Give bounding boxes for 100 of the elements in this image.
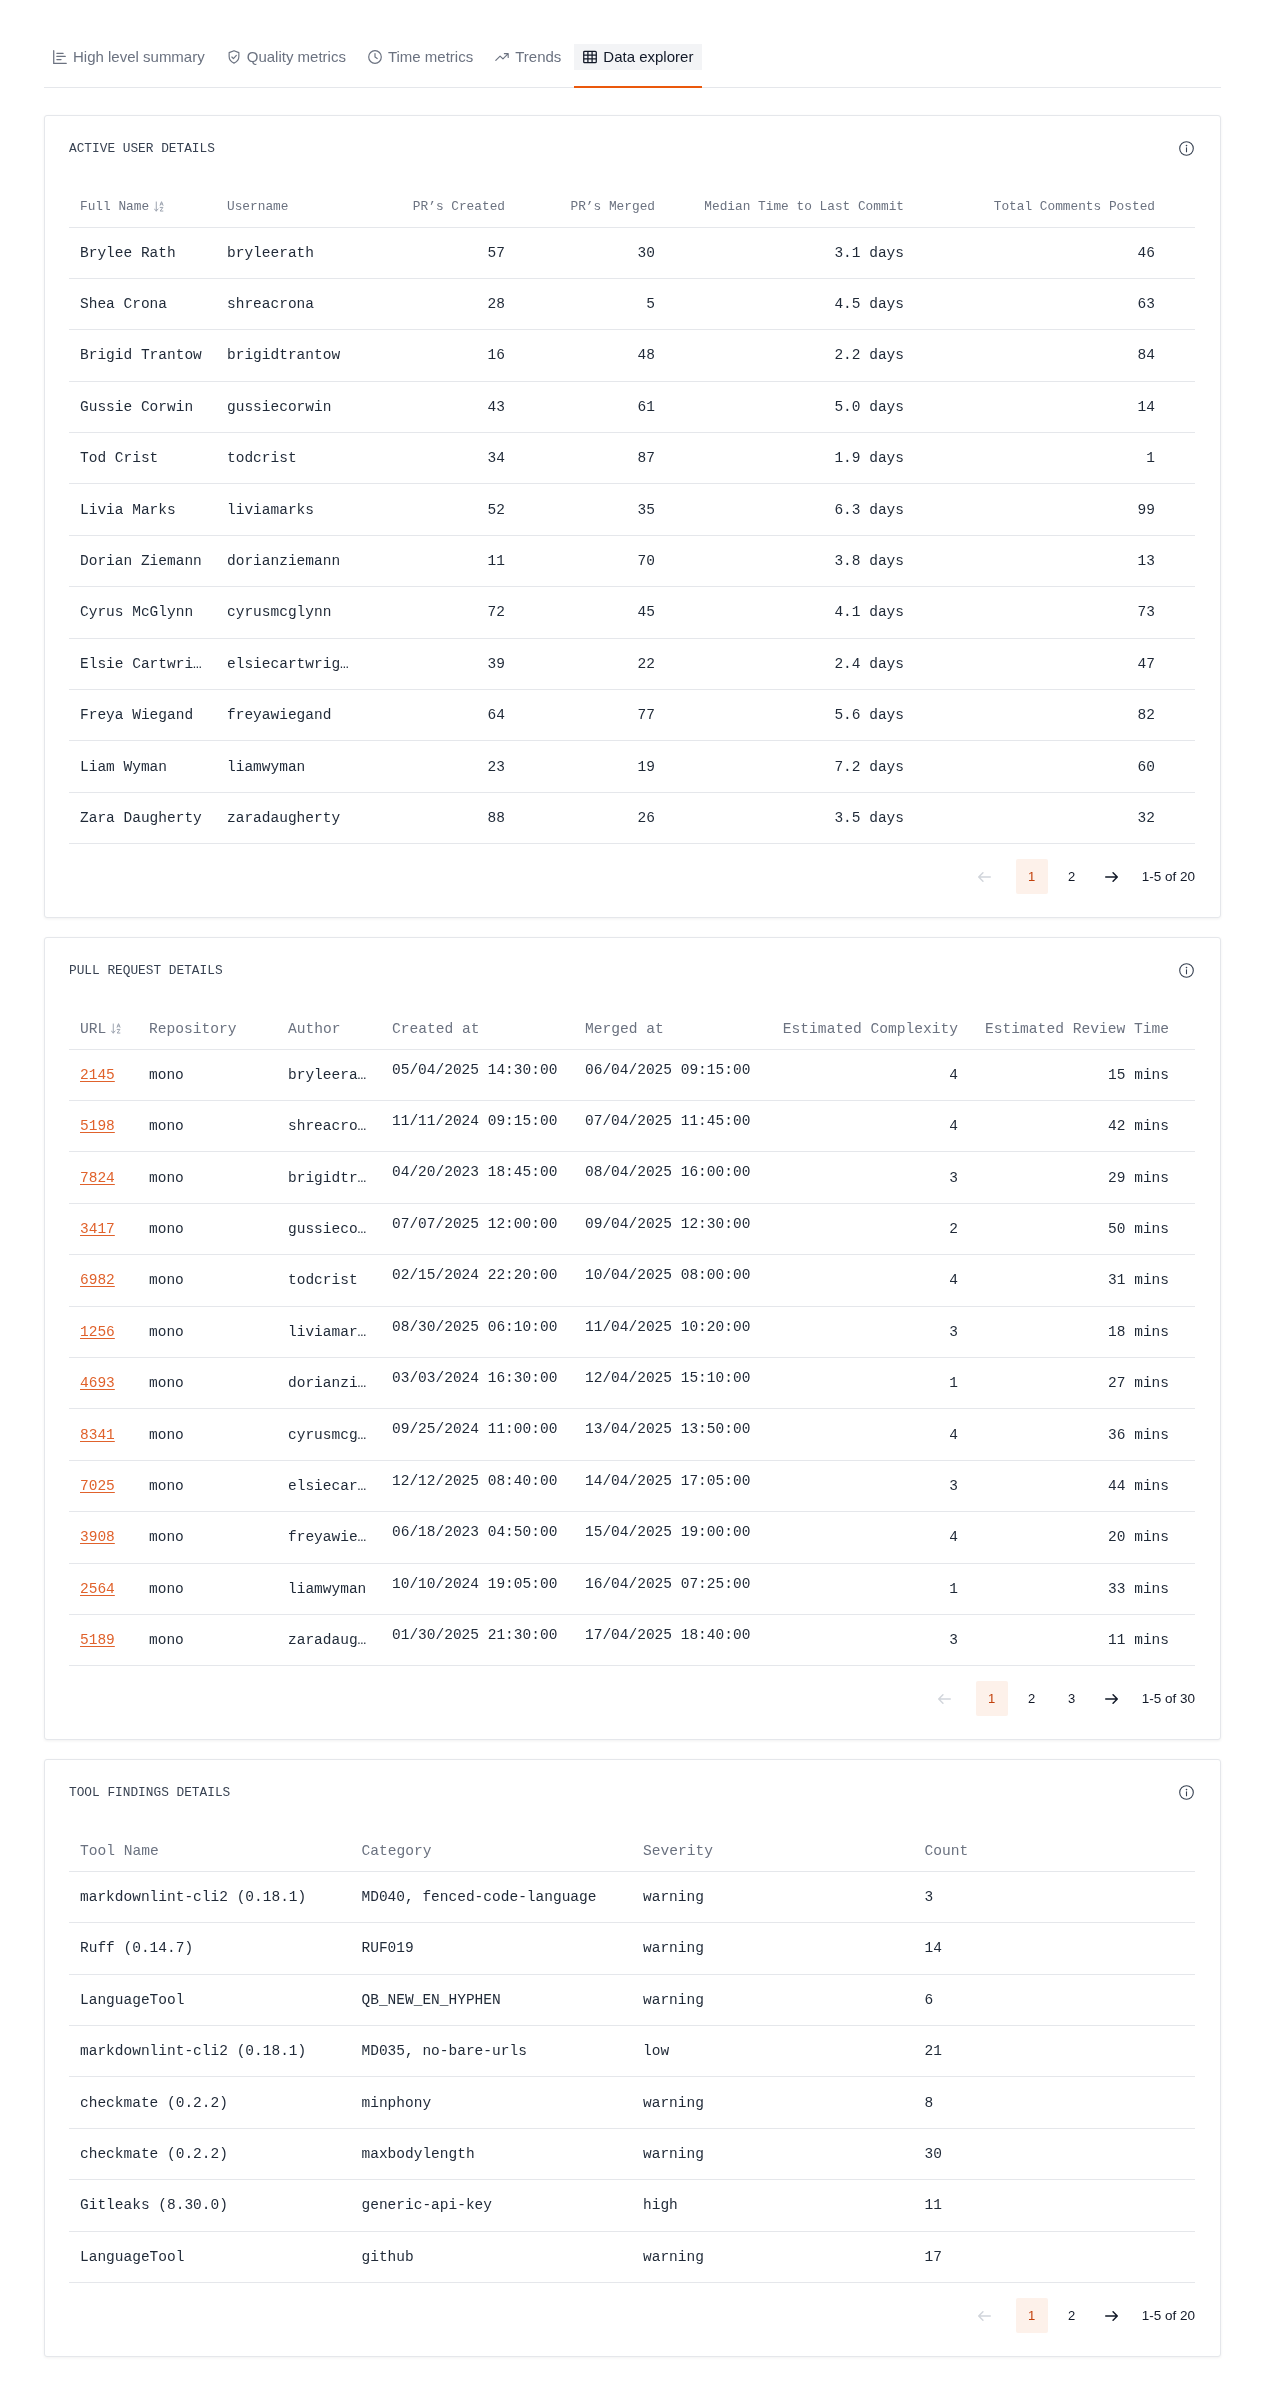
table-cell: checkmate (0.2.2) <box>80 2146 228 2162</box>
pr-link[interactable]: 7025 <box>80 1478 115 1494</box>
table-cell: mono <box>149 1323 184 1340</box>
pr-link[interactable]: 5189 <box>80 1632 115 1649</box>
table-cell: 57 <box>487 244 505 261</box>
table-cell: 88 <box>487 810 505 826</box>
table-cell: 35 <box>637 501 655 518</box>
table-cell: brigidtr… <box>288 1169 367 1186</box>
tab[interactable]: Data explorer <box>574 44 703 88</box>
table-cell: 82 <box>1137 707 1155 724</box>
table-cell: 14 <box>924 1940 942 1957</box>
table-cell: 19 <box>637 758 655 775</box>
card-title: ACTIVE USER DETAILS <box>69 141 215 156</box>
table-cell: 34 <box>487 450 505 467</box>
table-cell: warning <box>643 1940 704 1957</box>
table-cell: 27 mins <box>1108 1375 1169 1392</box>
table-cell: mono <box>149 1529 184 1546</box>
table-cell: 10/10/2024 19:05:00 <box>392 1575 558 1592</box>
tab[interactable]: High level summary <box>44 44 214 88</box>
table-cell: MD035, no-bare-urls <box>361 2043 527 2060</box>
table-cell: LanguageTool <box>80 2248 185 2265</box>
column-header: Median Time to Last Commit <box>704 197 904 216</box>
table-cell: Gitleaks (8.30.0) <box>80 2197 228 2214</box>
pr-link[interactable]: 1256 <box>80 1323 115 1340</box>
table-cell: 06/04/2025 09:15:00 <box>585 1061 751 1078</box>
table-cell: 1 <box>949 1580 958 1597</box>
table-cell: liviamar… <box>288 1323 367 1340</box>
table-cell: 21 <box>924 2043 942 2060</box>
page-button[interactable]: 1 <box>1015 2298 1048 2333</box>
table-cell: Livia Marks <box>80 501 176 518</box>
table-cell: elsiecartwrig… <box>227 655 349 672</box>
table-cell: Freya Wiegand <box>80 707 194 724</box>
table-cell: 12/04/2025 15:10:00 <box>585 1370 751 1387</box>
trend-up-icon <box>495 53 510 61</box>
arrow-right-icon <box>1105 2310 1119 2321</box>
table-cell: mono <box>149 1580 184 1597</box>
tab[interactable]: Time metrics <box>358 44 483 88</box>
table-cell: mono <box>149 1272 184 1289</box>
table-cell: mono <box>149 1375 184 1392</box>
pr-link[interactable]: 5198 <box>80 1118 115 1135</box>
table-cell: warning <box>643 1889 704 1906</box>
page-button[interactable]: 3 <box>1055 1681 1088 1717</box>
shield-check-icon <box>226 50 241 64</box>
table-cell: 44 mins <box>1108 1478 1169 1494</box>
table-cell: 32 <box>1137 810 1155 826</box>
table-cell: 08/30/2025 06:10:00 <box>392 1318 558 1335</box>
table-cell: 50 mins <box>1108 1221 1169 1238</box>
table-cell: 12/12/2025 08:40:00 <box>392 1472 558 1489</box>
column-header: Estimated Complexity <box>782 1019 958 1038</box>
table-cell: liviamarks <box>227 501 314 518</box>
table-cell: 2.4 days <box>834 655 904 672</box>
column-header: Severity <box>643 1842 714 1861</box>
page-button[interactable]: 1 <box>1015 859 1048 895</box>
table-cell: 23 <box>487 758 505 775</box>
table-cell: todcrist <box>227 450 297 467</box>
tab[interactable]: Quality metrics <box>217 44 355 88</box>
pr-link[interactable]: 8341 <box>80 1426 115 1443</box>
table-cell: 4 <box>949 1529 958 1546</box>
pr-link[interactable]: 3908 <box>80 1529 115 1546</box>
table-cell: 16/04/2025 07:25:00 <box>585 1575 751 1592</box>
pr-link[interactable]: 4693 <box>80 1375 115 1392</box>
table-cell: 70 <box>637 553 655 570</box>
column-header: Estimated Review Time <box>985 1019 1169 1038</box>
pr-link[interactable]: 2145 <box>80 1066 115 1083</box>
table-cell: 6 <box>924 1991 934 2008</box>
arrow-left-icon <box>978 2310 992 2321</box>
info-icon[interactable] <box>1179 141 1194 156</box>
table-cell: 14/04/2025 17:05:00 <box>585 1472 751 1489</box>
page-button[interactable]: 2 <box>1055 859 1088 895</box>
page-button[interactable]: 1 <box>975 1681 1008 1717</box>
table-cell: 07/07/2025 12:00:00 <box>392 1215 558 1232</box>
tab[interactable]: Trends <box>486 44 571 88</box>
table-cell: Dorian Ziemann <box>80 553 202 570</box>
table-cell: 3.8 days <box>834 553 904 570</box>
table-cell: 8 <box>924 2094 934 2111</box>
table-cell: 03/03/2024 16:30:00 <box>392 1370 558 1387</box>
page-button[interactable]: 2 <box>1015 1681 1048 1717</box>
column-header: Tool Name <box>80 1842 159 1861</box>
table-cell: warning <box>643 2094 704 2111</box>
table-cell: 5.0 days <box>834 398 904 415</box>
table-cell: gussiecorwin <box>227 398 332 415</box>
info-icon[interactable] <box>1179 1785 1194 1801</box>
pr-link[interactable]: 6982 <box>80 1272 115 1289</box>
pr-link[interactable]: 7824 <box>80 1169 115 1186</box>
column-header: URL <box>80 1019 107 1038</box>
table-cell: markdownlint-cli2 (0.18.1) <box>80 1889 307 1906</box>
pr-link[interactable]: 3417 <box>80 1221 115 1238</box>
info-icon[interactable] <box>1179 963 1194 979</box>
table-cell: high <box>643 2197 678 2214</box>
table-cell: 15 mins <box>1108 1066 1169 1083</box>
pr-link[interactable]: 2564 <box>80 1580 115 1597</box>
page-button[interactable]: 2 <box>1055 2298 1088 2333</box>
table-cell: 72 <box>487 604 505 621</box>
table-cell: 39 <box>487 655 505 672</box>
table-cell: 99 <box>1137 501 1155 518</box>
table-cell: Zara Daugherty <box>80 810 202 826</box>
table-cell: 4.5 days <box>834 296 904 313</box>
page-range: 1-5 of 20 <box>1141 2308 1195 2323</box>
table-cell: 4 <box>949 1066 958 1083</box>
table-cell: 13/04/2025 13:50:00 <box>585 1421 751 1438</box>
